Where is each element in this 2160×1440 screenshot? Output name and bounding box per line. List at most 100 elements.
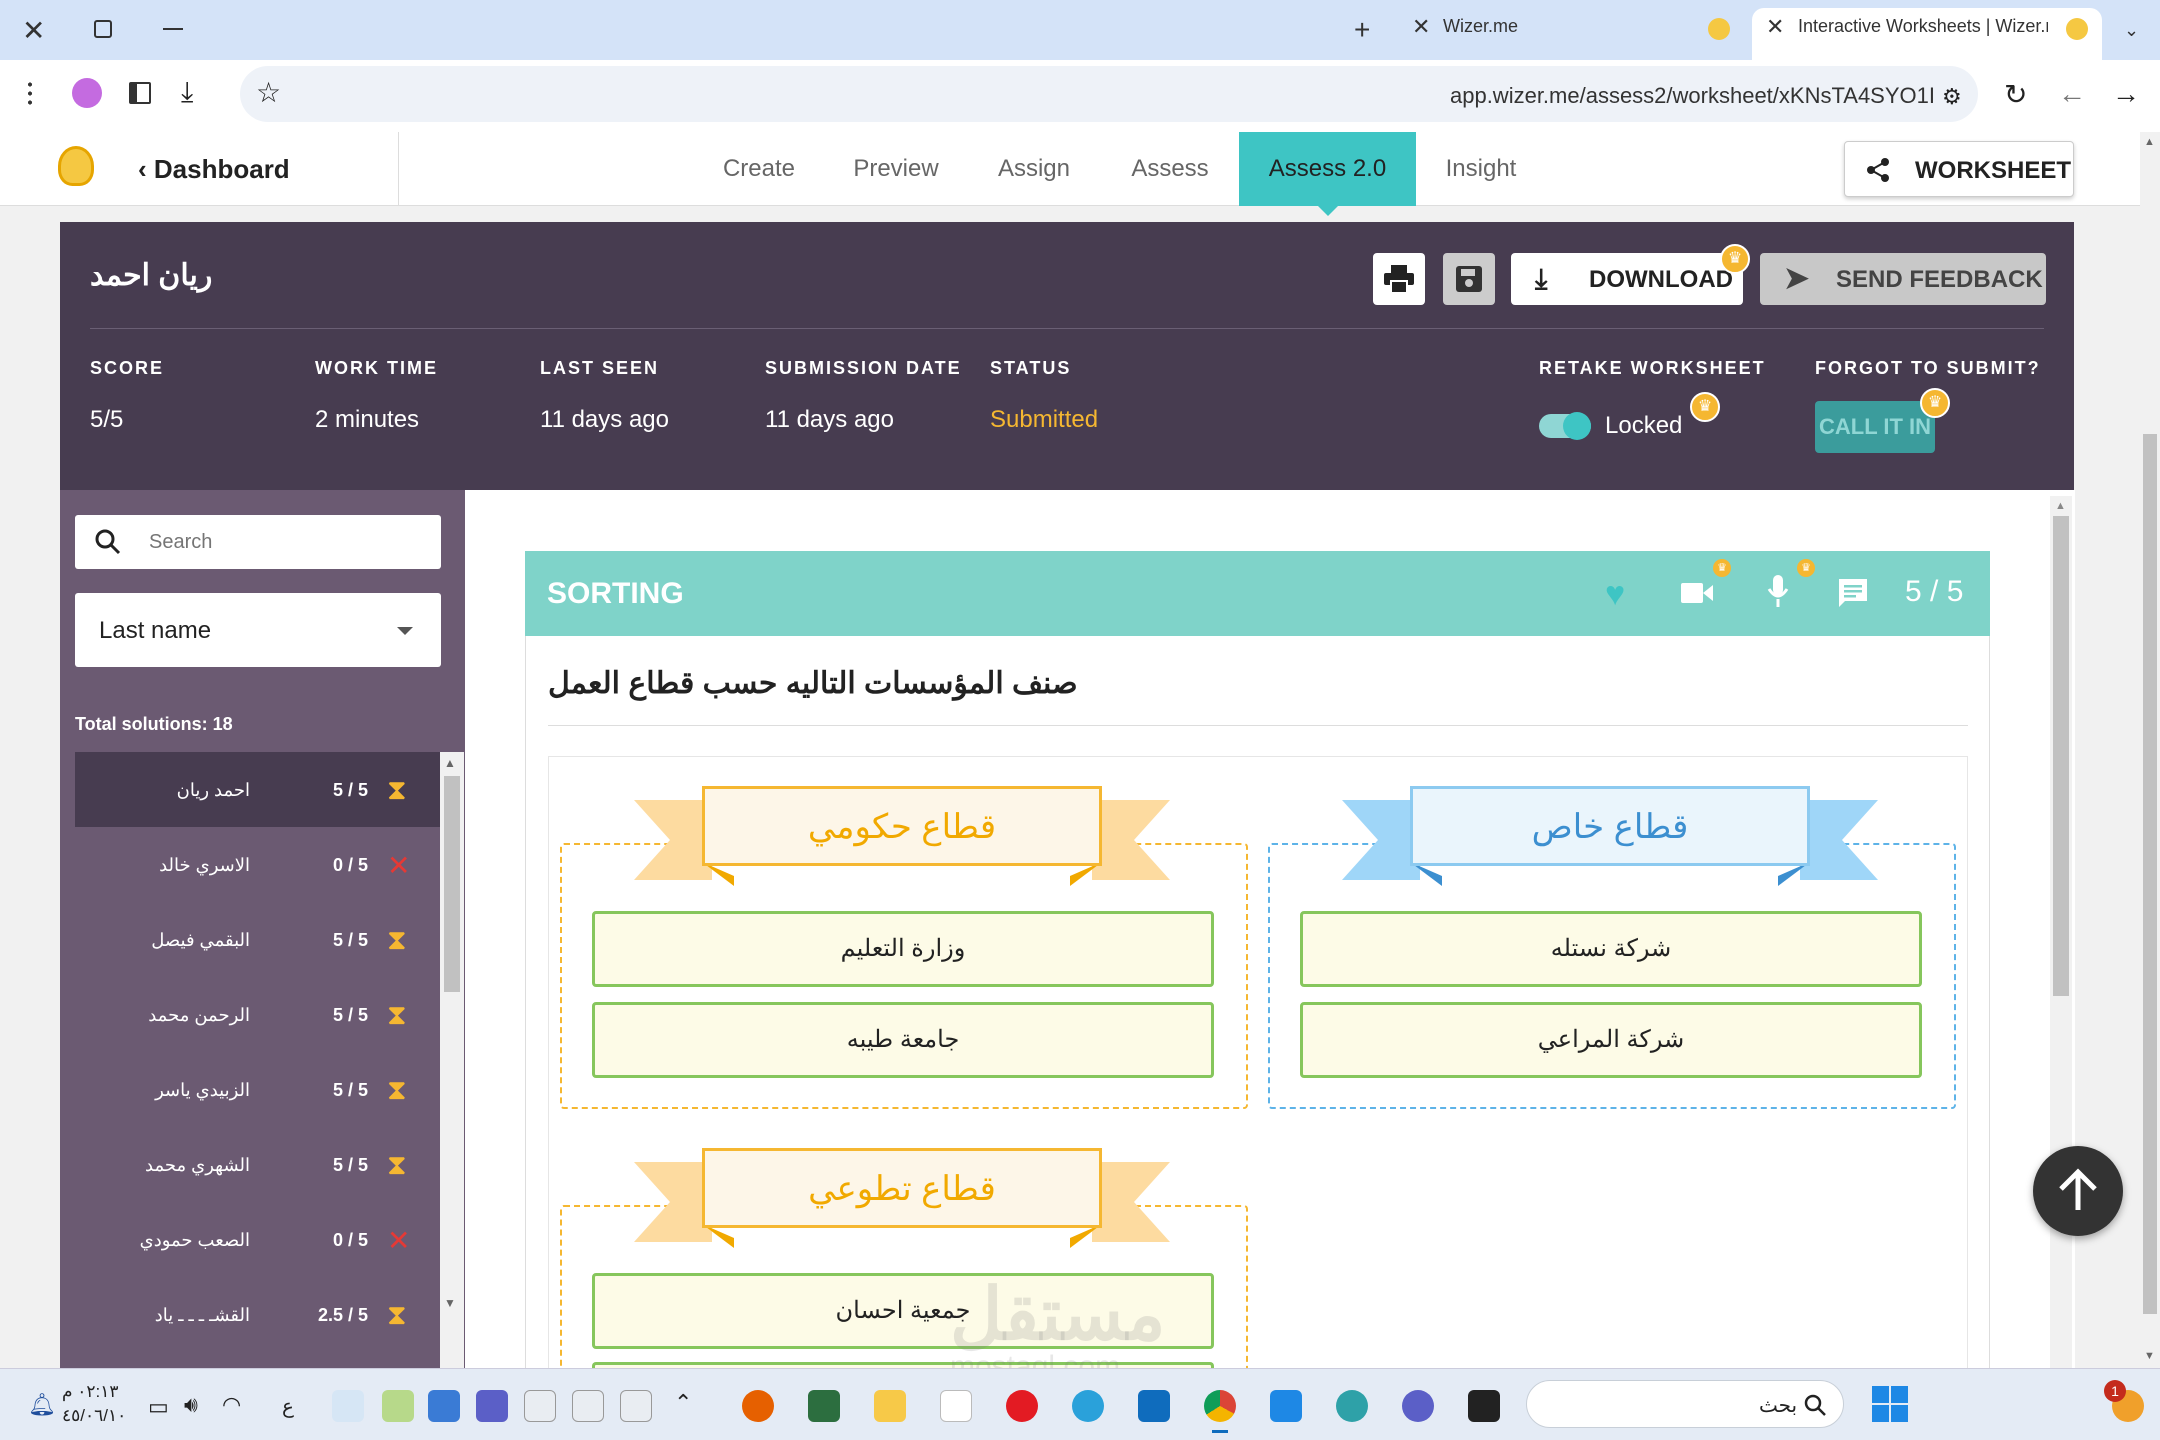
tab-close-icon[interactable]: ✕ — [1766, 14, 1784, 40]
student-row[interactable]: الرحمن محمد 5 / 5 ⧗ — [75, 977, 440, 1052]
scroll-down-icon[interactable]: ▼ — [2144, 1350, 2155, 1362]
close-window-icon[interactable]: ✕ — [22, 14, 45, 47]
student-row[interactable]: البقمي فيصل 5 / 5 ⧗ — [75, 902, 440, 977]
worksheet-share-button[interactable]: WORKSHEET — [1844, 141, 2074, 197]
notification-bell-icon[interactable]: 🔔︎ — [28, 1392, 56, 1418]
tab-create[interactable]: Create — [712, 132, 806, 206]
profile-avatar[interactable] — [72, 78, 102, 108]
tab-title[interactable]: Wizer.me — [1443, 16, 1518, 37]
sort-item[interactable]: شركة نستله — [1300, 911, 1922, 987]
send-feedback-button[interactable]: ➤ SEND FEEDBACK — [1760, 253, 2046, 305]
retake-toggle[interactable] — [1539, 412, 1591, 440]
page-scrollbar[interactable]: ▲ ▼ — [2140, 132, 2160, 1368]
restore-window-icon[interactable] — [94, 20, 112, 38]
sort-select[interactable]: Last name — [75, 593, 441, 667]
menu-icon[interactable] — [28, 80, 32, 106]
scroll-to-top-button[interactable] — [2033, 1146, 2123, 1236]
heart-icon[interactable]: ♥ — [1605, 575, 1625, 614]
bookmark-star-icon[interactable]: ☆ — [256, 76, 281, 109]
site-settings-icon[interactable]: ⚙ — [1942, 84, 1962, 110]
download-icon[interactable]: ⤓ — [181, 76, 193, 109]
store-icon[interactable] — [1138, 1390, 1170, 1422]
tab-assess-2[interactable]: Assess 2.0 — [1239, 132, 1416, 206]
new-tab-icon[interactable]: + — [1354, 14, 1370, 46]
video-icon[interactable] — [1681, 581, 1713, 605]
scrollbar-thumb[interactable] — [2143, 434, 2157, 1314]
solitaire-icon[interactable] — [808, 1390, 840, 1422]
student-row[interactable]: الاسري خالد 0 / 5 ✕ — [75, 827, 440, 902]
search-input[interactable] — [149, 525, 419, 559]
save-button[interactable] — [1443, 253, 1495, 305]
student-row[interactable]: الزبيدي ياسر 5 / 5 ⧗ — [75, 1052, 440, 1127]
scroll-up-icon[interactable]: ▲ — [444, 756, 456, 770]
tab-insight[interactable]: Insight — [1436, 132, 1526, 206]
download-button[interactable]: ⤓ DOWNLOAD — [1511, 253, 1743, 305]
tab-assign[interactable]: Assign — [988, 132, 1080, 206]
scrollbar-thumb[interactable] — [444, 776, 460, 992]
chrome-icon[interactable] — [1204, 1390, 1236, 1422]
teams-icon[interactable] — [476, 1390, 508, 1422]
clock-date[interactable]: ٤٥/٠٦/١٠ — [62, 1406, 126, 1426]
windows-start-icon[interactable] — [1872, 1386, 1908, 1422]
status-value: Submitted — [990, 406, 1099, 433]
wizer-logo-icon[interactable] — [58, 146, 94, 186]
shield-icon[interactable] — [428, 1390, 460, 1422]
chevron-down-icon[interactable]: ⌄ — [2124, 20, 2139, 41]
tray-icon[interactable] — [332, 1390, 364, 1422]
url-text[interactable]: app.wizer.me/assess2/worksheet/xKNsTA4SY… — [1450, 83, 1935, 109]
back-button[interactable]: ‹ Dashboard — [138, 154, 290, 185]
student-row-score: 5 / 5 — [332, 1080, 368, 1100]
minimize-window-icon[interactable] — [163, 28, 183, 30]
tray-icon[interactable] — [572, 1390, 604, 1422]
print-button[interactable] — [1373, 253, 1425, 305]
sort-item[interactable]: شركة المراعي — [1300, 1002, 1922, 1078]
microphone-icon[interactable] — [1767, 575, 1789, 609]
chat-icon[interactable] — [1402, 1390, 1434, 1422]
scrollbar-thumb[interactable] — [2053, 516, 2069, 996]
tab-assess[interactable]: Assess — [1124, 132, 1216, 206]
student-row[interactable]: القشـ ـ ـ ـ ياد 2.5 / 5 ⧗ — [75, 1277, 440, 1352]
student-row[interactable]: الصعب حمودي 0 / 5 ✕ — [75, 1202, 440, 1277]
clock-time[interactable]: ٠٢:١٣ م — [62, 1382, 119, 1402]
incorrect-icon: ✕ — [387, 850, 411, 881]
content-scrollbar[interactable]: ▲ — [2050, 496, 2072, 1370]
scroll-up-icon[interactable]: ▲ — [2055, 500, 2066, 512]
taskbar-search[interactable]: بحث — [1526, 1380, 1844, 1428]
sidebar-toggle-icon[interactable] — [129, 82, 151, 104]
tab-close-icon[interactable]: ✕ — [1412, 14, 1430, 40]
student-row[interactable]: احمد ريان 5 / 5 ⧗ — [75, 752, 440, 827]
cloud-icon[interactable] — [620, 1390, 652, 1422]
call-it-in-button[interactable]: CALL IT IN — [1815, 401, 1935, 453]
sort-item[interactable]: وزارة التعليم — [592, 911, 1214, 987]
chevron-up-icon[interactable]: ⌃ — [674, 1390, 692, 1416]
scroll-down-icon[interactable]: ▼ — [444, 1296, 456, 1310]
firefox-icon[interactable] — [742, 1390, 774, 1422]
sidebar-scrollbar[interactable]: ▲ ▼ — [440, 752, 464, 1370]
comment-icon[interactable] — [1837, 577, 1869, 609]
tab-title[interactable]: Interactive Worksheets | Wizer.r — [1798, 16, 2048, 37]
tray-icon[interactable] — [382, 1390, 414, 1422]
edge-icon[interactable] — [1336, 1390, 1368, 1422]
telegram-icon[interactable] — [1072, 1390, 1104, 1422]
battery-icon[interactable]: ▭ — [148, 1394, 169, 1420]
search-field[interactable] — [75, 515, 441, 569]
language-indicator[interactable]: ع — [282, 1394, 294, 1419]
back-icon[interactable]: ← — [2058, 78, 2086, 110]
file-explorer-icon[interactable] — [874, 1390, 906, 1422]
score-value: 5/5 — [90, 406, 124, 433]
scroll-up-icon[interactable]: ▲ — [2144, 136, 2155, 148]
tab-preview[interactable]: Preview — [840, 132, 952, 206]
opera-icon[interactable] — [1006, 1390, 1038, 1422]
app-icon[interactable] — [940, 1390, 972, 1422]
wifi-icon[interactable]: ◠ — [222, 1392, 241, 1418]
search-icon — [1804, 1394, 1826, 1416]
app-icon[interactable] — [1468, 1390, 1500, 1422]
student-row[interactable]: الشهري محمد 5 / 5 ⧗ — [75, 1127, 440, 1202]
volume-icon[interactable]: 🔊︎ — [184, 1392, 198, 1418]
send-feedback-label: SEND FEEDBACK — [1836, 266, 2043, 293]
forward-icon[interactable]: → — [2112, 78, 2140, 110]
reload-icon[interactable]: ↻ — [2004, 78, 2027, 111]
sort-item[interactable]: جامعة طيبه — [592, 1002, 1214, 1078]
tray-icon[interactable] — [524, 1390, 556, 1422]
app-icon[interactable] — [1270, 1390, 1302, 1422]
